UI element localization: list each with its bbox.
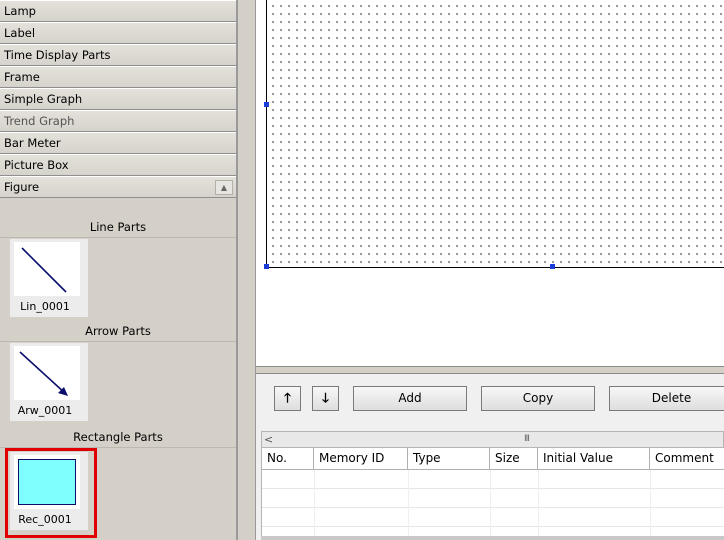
category-picture-box[interactable]: Picture Box — [0, 154, 236, 176]
arrow-down-icon: 🡓 — [322, 391, 329, 406]
category-time-display-parts[interactable]: Time Display Parts — [0, 44, 236, 66]
memory-panel: 🡑 🡓 Add Copy Delete < III No. Memory ID … — [256, 373, 724, 540]
triangle-up-icon: ▲ — [220, 183, 228, 192]
category-figure[interactable]: Figure ▲ — [0, 176, 236, 198]
category-bar-meter[interactable]: Bar Meter — [0, 132, 236, 154]
move-up-button[interactable]: 🡑 — [274, 386, 301, 411]
category-frame[interactable]: Frame — [0, 66, 236, 88]
pane-splitter[interactable] — [237, 0, 256, 540]
column-header-type[interactable]: Type — [408, 448, 490, 470]
category-lamp[interactable]: Lamp — [0, 0, 236, 22]
memory-table: No. Memory ID Type Size Initial Value Co… — [261, 448, 724, 540]
table-column-divider — [538, 470, 539, 540]
column-header-no[interactable]: No. — [262, 448, 314, 470]
section-line-parts: Line Parts — [0, 218, 236, 238]
line-icon — [21, 247, 67, 293]
category-trend-graph[interactable]: Trend Graph — [0, 110, 236, 132]
add-button[interactable]: Add — [353, 386, 467, 411]
screen-area-grid[interactable] — [266, 0, 724, 268]
table-row-divider — [262, 507, 724, 508]
table-column-divider — [490, 470, 491, 540]
arrow-up-icon: 🡑 — [284, 391, 291, 406]
parts-palette: Lamp Label Time Display Parts Frame Simp… — [0, 0, 237, 540]
column-header-memory-id[interactable]: Memory ID — [314, 448, 408, 470]
section-arrow-parts: Arrow Parts — [0, 322, 236, 342]
column-header-size[interactable]: Size — [490, 448, 538, 470]
table-column-divider — [650, 470, 651, 540]
scrollbar-grip[interactable]: III — [524, 432, 530, 447]
part-arrow-label: Arw_0001 — [17, 404, 73, 417]
resize-handle-bottom-left[interactable] — [264, 264, 269, 269]
part-arrow[interactable]: Arw_0001 — [10, 343, 88, 421]
part-line-label: Lin_0001 — [20, 300, 70, 313]
arrow-thumbnail — [14, 346, 80, 400]
copy-button[interactable]: Copy — [481, 386, 595, 411]
table-row-divider — [262, 488, 724, 489]
table-row-divider — [262, 526, 724, 527]
design-canvas[interactable] — [256, 0, 724, 367]
selection-highlight — [5, 448, 97, 538]
table-column-divider — [314, 470, 315, 540]
move-down-button[interactable]: 🡓 — [312, 386, 339, 411]
column-header-initial-value[interactable]: Initial Value — [538, 448, 650, 470]
section-rectangle-parts: Rectangle Parts — [0, 428, 236, 448]
chevron-left-icon[interactable]: < — [264, 432, 273, 447]
horizontal-scrollbar[interactable]: < III — [261, 431, 724, 448]
category-label[interactable]: Label — [0, 22, 236, 44]
column-header-comment[interactable]: Comment — [650, 448, 724, 470]
part-line[interactable]: Lin_0001 — [10, 239, 88, 317]
delete-button[interactable]: Delete — [609, 386, 724, 411]
arrow-icon — [19, 351, 68, 396]
line-thumbnail — [14, 242, 80, 296]
table-bottom-scrollbar[interactable] — [261, 536, 724, 540]
resize-handle-left-middle[interactable] — [264, 102, 269, 107]
category-simple-graph[interactable]: Simple Graph — [0, 88, 236, 110]
scroll-up-button[interactable]: ▲ — [215, 180, 233, 195]
resize-handle-bottom-middle[interactable] — [550, 264, 555, 269]
table-column-divider — [408, 470, 409, 540]
category-figure-label: Figure — [4, 180, 40, 194]
